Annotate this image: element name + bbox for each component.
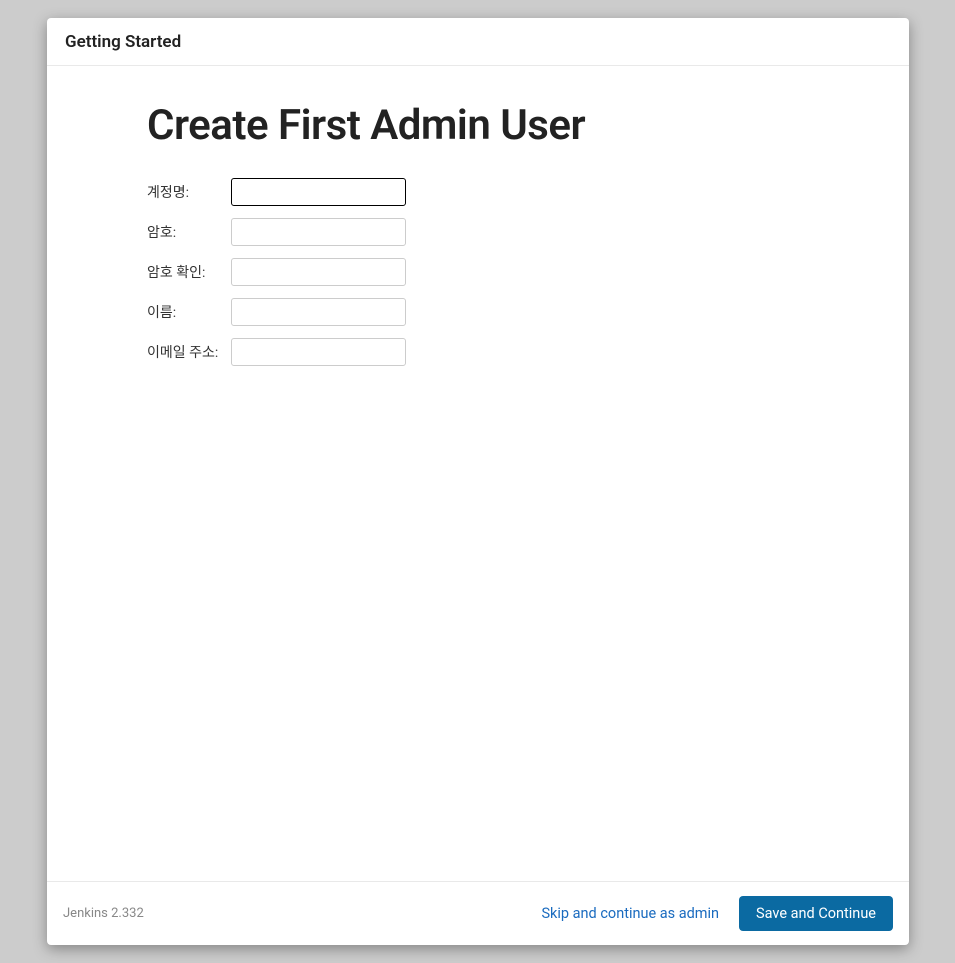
username-input[interactable] [231,178,406,206]
username-label: 계정명: [147,185,189,201]
page-title: Create First Admin User [147,101,909,150]
email-label: 이메일 주소: [147,345,218,361]
password-label: 암호: [147,225,176,241]
confirm-password-label: 암호 확인: [147,265,205,281]
password-input[interactable] [231,218,406,246]
confirm-password-input[interactable] [231,258,406,286]
modal-header: Getting Started [47,18,909,66]
version-label: Jenkins 2.332 [63,906,144,921]
modal-title: Getting Started [65,32,181,52]
setup-wizard-modal: Getting Started Create First Admin User … [47,18,909,945]
modal-body: Create First Admin User 계정명: 암호: 암호 확인: [47,66,909,881]
admin-user-form: 계정명: 암호: 암호 확인: [147,166,406,378]
fullname-input[interactable] [231,298,406,326]
save-continue-button[interactable]: Save and Continue [739,896,893,931]
fullname-label: 이름: [147,305,176,321]
form-content: Create First Admin User 계정명: 암호: 암호 확인: [147,101,909,378]
email-input[interactable] [231,338,406,366]
modal-footer: Jenkins 2.332 Skip and continue as admin… [47,881,909,945]
skip-button[interactable]: Skip and continue as admin [541,905,719,922]
